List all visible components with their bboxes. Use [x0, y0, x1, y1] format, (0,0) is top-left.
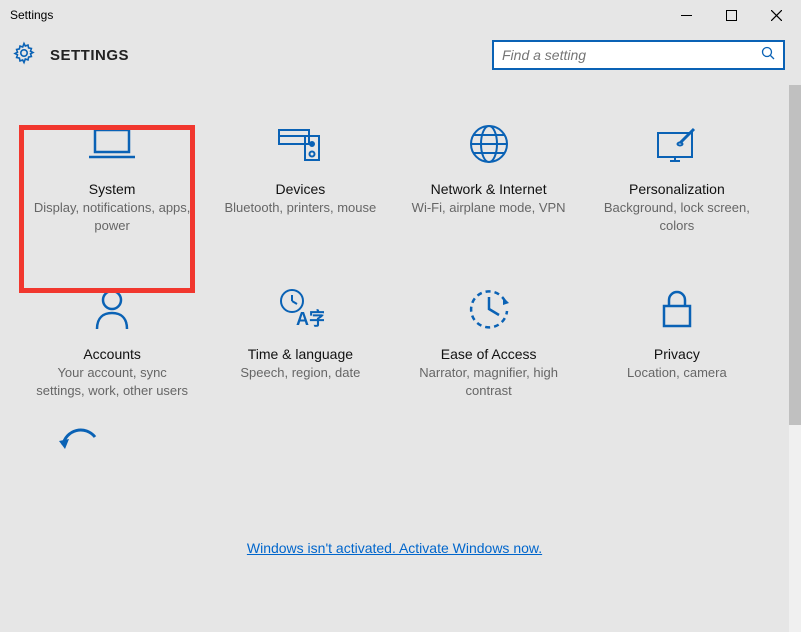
tile-subtitle: Wi-Fi, airplane mode, VPN: [412, 199, 566, 217]
laptop-icon: [85, 121, 139, 167]
header: SETTINGS: [0, 30, 801, 80]
update-icon: [55, 425, 105, 470]
update-tile-partial[interactable]: [0, 415, 789, 500]
tile-subtitle: Background, lock screen, colors: [597, 199, 757, 234]
activation-link[interactable]: Windows isn't activated. Activate Window…: [247, 540, 542, 556]
svg-text:A字: A字: [296, 308, 324, 329]
search-input[interactable]: [502, 47, 761, 63]
tiles-grid: System Display, notifications, apps, pow…: [0, 85, 789, 415]
header-left: SETTINGS: [12, 41, 129, 70]
tile-title: Personalization: [629, 181, 725, 197]
tile-title: Devices: [275, 181, 325, 197]
person-icon: [92, 286, 132, 332]
minimize-button[interactable]: [664, 0, 709, 30]
tile-subtitle: Display, notifications, apps, power: [32, 199, 192, 234]
gear-icon: [12, 41, 36, 70]
close-button[interactable]: [754, 0, 799, 30]
tile-title: Ease of Access: [441, 346, 537, 362]
lock-icon: [658, 286, 696, 332]
tile-title: System: [89, 181, 136, 197]
tile-title: Time & language: [248, 346, 353, 362]
tile-privacy[interactable]: Privacy Location, camera: [585, 280, 769, 405]
tile-devices[interactable]: Devices Bluetooth, printers, mouse: [208, 115, 392, 240]
tile-ease-of-access[interactable]: Ease of Access Narrator, magnifier, high…: [397, 280, 581, 405]
tile-system[interactable]: System Display, notifications, apps, pow…: [20, 115, 204, 240]
window-title: Settings: [10, 8, 53, 22]
personalization-icon: [652, 121, 702, 167]
scrollbar-thumb[interactable]: [789, 85, 801, 425]
activation-row: Windows isn't activated. Activate Window…: [0, 500, 789, 576]
tile-subtitle: Narrator, magnifier, high contrast: [409, 364, 569, 399]
window-controls: [664, 0, 799, 30]
ease-of-access-icon: [467, 286, 511, 332]
tile-accounts[interactable]: Accounts Your account, sync settings, wo…: [20, 280, 204, 405]
tile-subtitle: Your account, sync settings, work, other…: [32, 364, 192, 399]
window-titlebar: Settings: [0, 0, 801, 30]
content-area: System Display, notifications, apps, pow…: [0, 85, 789, 632]
tile-title: Privacy: [654, 346, 700, 362]
tile-subtitle: Bluetooth, printers, mouse: [225, 199, 377, 217]
maximize-button[interactable]: [709, 0, 754, 30]
search-icon[interactable]: [761, 46, 775, 65]
devices-icon: [275, 121, 325, 167]
tile-network[interactable]: Network & Internet Wi-Fi, airplane mode,…: [397, 115, 581, 240]
scrollbar-track[interactable]: [789, 85, 801, 632]
tile-title: Accounts: [83, 346, 141, 362]
search-input-container[interactable]: [492, 40, 785, 70]
page-title: SETTINGS: [50, 47, 129, 64]
time-language-icon: A字: [276, 286, 324, 332]
tile-subtitle: Location, camera: [627, 364, 727, 382]
tile-subtitle: Speech, region, date: [240, 364, 360, 382]
tile-title: Network & Internet: [431, 181, 547, 197]
tile-time-language[interactable]: A字 Time & language Speech, region, date: [208, 280, 392, 405]
globe-icon: [467, 121, 511, 167]
tile-personalization[interactable]: Personalization Background, lock screen,…: [585, 115, 769, 240]
